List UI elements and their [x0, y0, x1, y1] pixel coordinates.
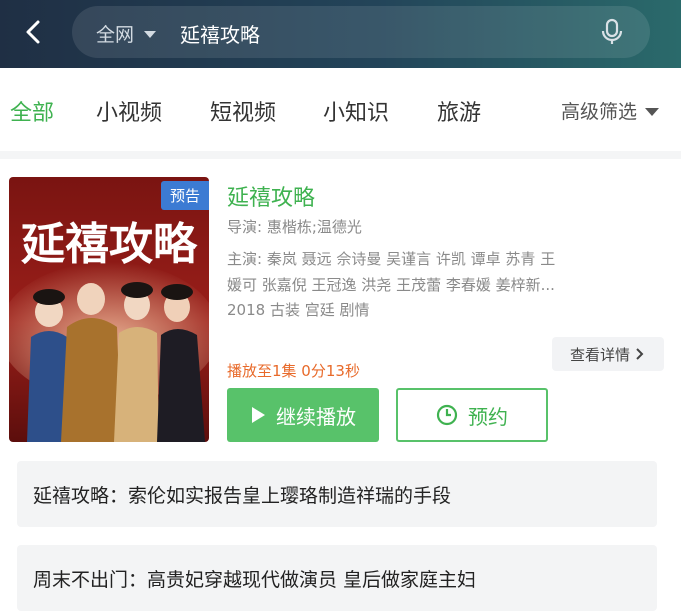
- poster-image[interactable]: 延禧攻略 预告: [9, 177, 209, 442]
- tab-all[interactable]: 全部: [10, 95, 54, 127]
- search-scope-label: 全网: [96, 24, 135, 46]
- poster-art: 延禧攻略: [9, 177, 209, 442]
- view-details-button[interactable]: 查看详情: [552, 337, 664, 371]
- caret-down-icon: [144, 31, 157, 38]
- tab-mini-video[interactable]: 小视频: [96, 95, 162, 127]
- back-arrow-icon[interactable]: [18, 16, 50, 48]
- play-icon: [252, 407, 265, 423]
- cast-list: 主演: 秦岚 聂远 佘诗曼 吴谨言 许凯 谭卓 苏青 王 媛可 张嘉倪 王冠逸 …: [227, 246, 659, 298]
- microphone-icon[interactable]: [598, 18, 626, 46]
- reserve-button[interactable]: 预约: [396, 388, 548, 442]
- tags-line: 2018 古装 宫廷 剧情: [227, 301, 370, 319]
- caret-down-icon: [645, 107, 659, 116]
- details-label: 查看详情: [569, 345, 630, 364]
- reserve-label: 预约: [468, 404, 508, 429]
- cast-line: 主演: 秦岚 聂远 佘诗曼 吴谨言 许凯 谭卓 苏青 王: [227, 250, 556, 268]
- tab-travel[interactable]: 旅游: [437, 95, 481, 127]
- watch-progress: 播放至1集 0分13秒: [227, 362, 360, 380]
- cast-line: 媛可 张嘉倪 王冠逸 洪尧 王茂蕾 李春媛 姜梓新...: [227, 276, 555, 294]
- director-line: 导演: 惠楷栋;温德光: [227, 218, 362, 236]
- search-header: 全网 延禧攻略: [0, 0, 681, 68]
- continue-play-button[interactable]: 继续播放: [227, 388, 379, 442]
- related-item[interactable]: 周末不出门：高贵妃穿越现代做演员 皇后做家庭主妇: [17, 545, 657, 611]
- clock-icon: [436, 404, 458, 426]
- advanced-filter-button[interactable]: 高级筛选: [561, 97, 659, 124]
- filter-label: 高级筛选: [560, 101, 637, 123]
- tab-short-video[interactable]: 短视频: [210, 95, 276, 127]
- related-item[interactable]: 延禧攻略：索伦如实报告皇上璎珞制造祥瑞的手段: [17, 461, 657, 527]
- result-title[interactable]: 延禧攻略: [227, 180, 315, 212]
- search-query[interactable]: 延禧攻略: [180, 19, 260, 48]
- search-box[interactable]: 全网 延禧攻略: [72, 6, 650, 58]
- search-scope-select[interactable]: 全网: [96, 20, 157, 47]
- tab-knowledge[interactable]: 小知识: [323, 95, 389, 127]
- category-tabs: 全部 小视频 短视频 小知识 旅游 高级筛选: [0, 68, 681, 152]
- trailer-badge: 预告: [160, 181, 209, 210]
- play-label: 继续播放: [276, 404, 356, 429]
- chevron-right-icon: [636, 348, 644, 360]
- divider: [0, 151, 681, 159]
- poster-title-art: 延禧攻略: [21, 219, 198, 270]
